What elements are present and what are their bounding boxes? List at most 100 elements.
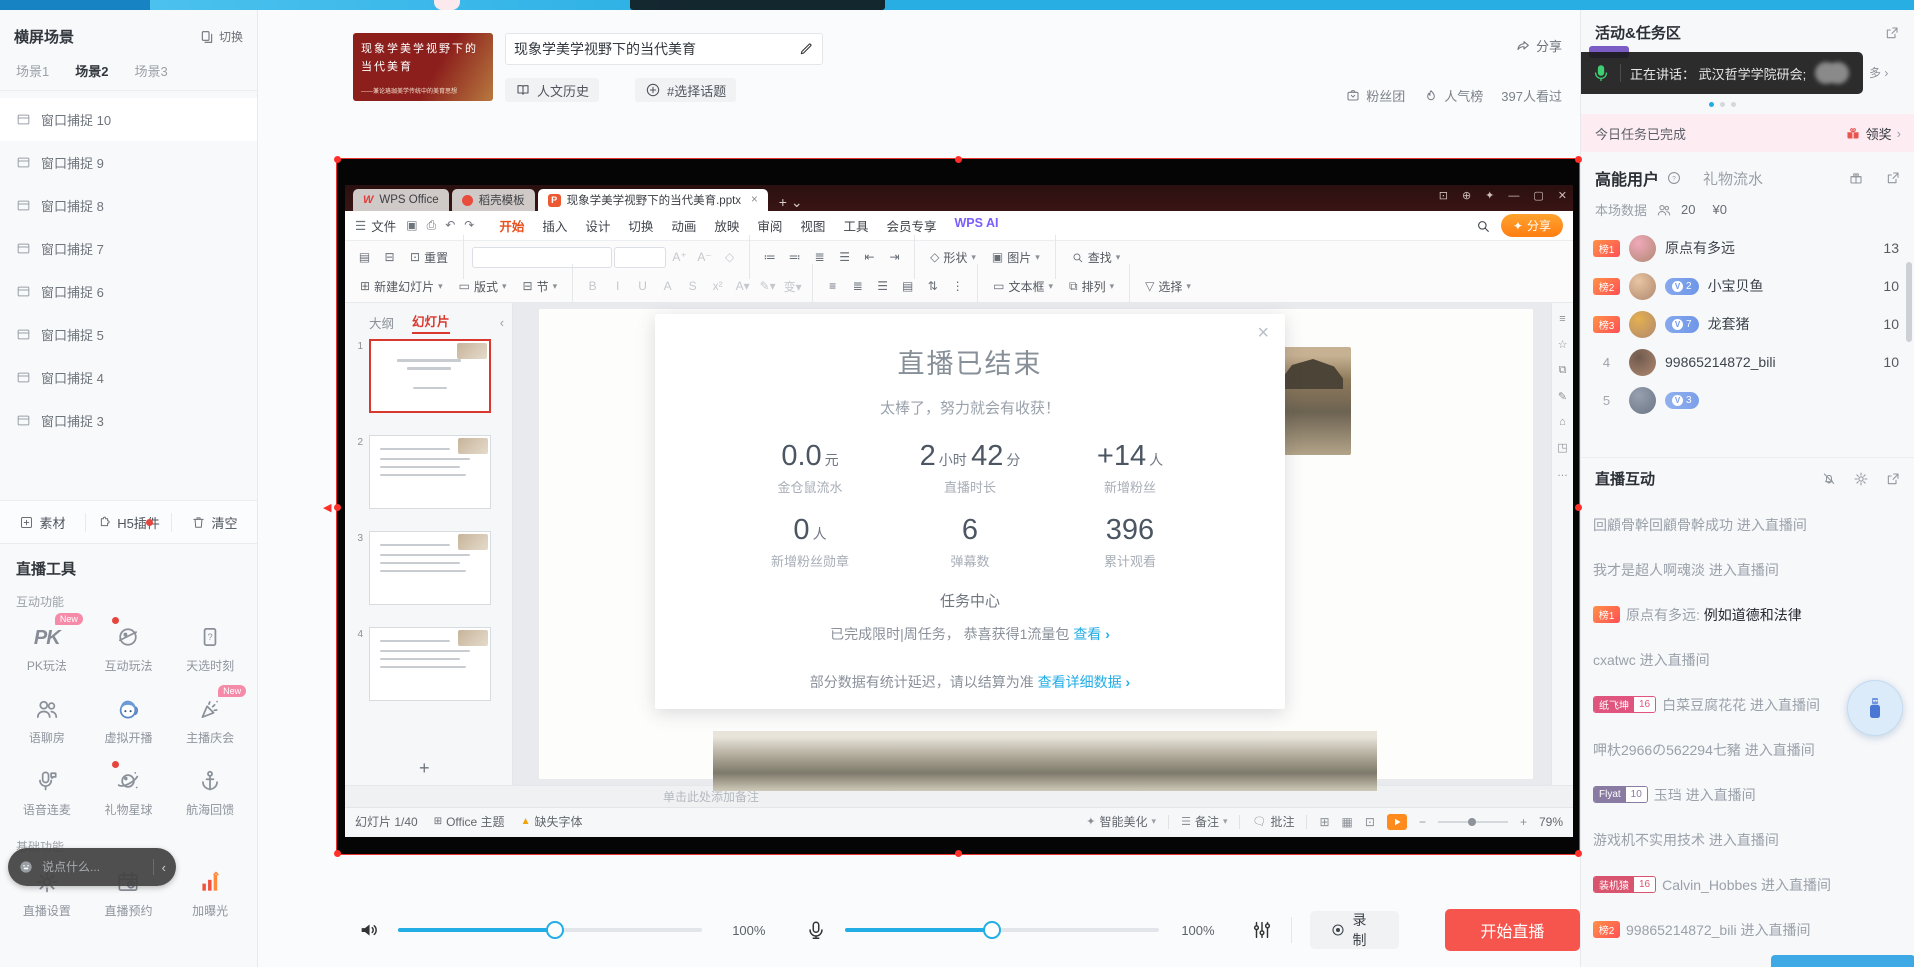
- power-user-row[interactable]: 榜3 V7 龙套猪 10: [1581, 305, 1914, 343]
- play-slideshow-button[interactable]: [1387, 814, 1407, 830]
- scene-tab[interactable]: 场景1: [16, 61, 49, 80]
- ribbon-button[interactable]: ▣图片▾: [985, 246, 1047, 269]
- tool-item[interactable]: New 主播庆会: [169, 692, 251, 746]
- ribbon-button[interactable]: ▭版式▾: [452, 275, 514, 298]
- tool-item[interactable]: 互动玩法: [88, 620, 170, 674]
- popout-icon[interactable]: [1885, 471, 1901, 487]
- mic-icon[interactable]: [805, 919, 827, 941]
- ribbon-button[interactable]: ◇形状▾: [923, 246, 983, 269]
- ribbon-icon-button[interactable]: A: [656, 275, 679, 297]
- close-icon[interactable]: ×: [751, 194, 758, 206]
- popout-icon[interactable]: [1884, 25, 1900, 41]
- capture-source-item[interactable]: 窗口捕捉 7: [0, 227, 257, 270]
- close-icon[interactable]: ×: [1257, 322, 1269, 345]
- share-button[interactable]: 分享: [1515, 36, 1562, 55]
- minimize-icon[interactable]: —: [1508, 190, 1519, 202]
- search-icon[interactable]: [1475, 218, 1491, 234]
- ribbon-button[interactable]: ⊟节▾: [516, 275, 565, 298]
- scrollbar[interactable]: [1906, 262, 1912, 342]
- ribbon-icon-button[interactable]: ✎▾: [756, 275, 779, 297]
- tool-item[interactable]: 虚拟开播: [88, 692, 170, 746]
- ribbon-icon-button[interactable]: ≡: [821, 275, 844, 297]
- gift-flow-tab[interactable]: 礼物流水: [1703, 168, 1841, 189]
- add-material-button[interactable]: 素材: [0, 513, 85, 532]
- view-mode-icon[interactable]: ⊞: [1319, 815, 1329, 829]
- theme-icon[interactable]: ✦: [1485, 189, 1494, 202]
- wps-document-tab[interactable]: WWPS Office: [353, 189, 449, 211]
- edit-icon[interactable]: [798, 41, 814, 57]
- gift-box-icon[interactable]: [1848, 170, 1864, 186]
- capture-source-item[interactable]: 窗口捕捉 3: [0, 399, 257, 442]
- restore-icon[interactable]: ⊡: [1439, 189, 1448, 202]
- start-live-button[interactable]: 开始直播: [1445, 909, 1580, 951]
- scene-tab[interactable]: 场景3: [134, 61, 167, 80]
- ribbon-icon-button[interactable]: ◇: [718, 246, 741, 268]
- tool-item[interactable]: PK New PK玩法: [6, 620, 88, 674]
- ribbon-icon-button[interactable]: ☰: [833, 246, 856, 268]
- ribbon-input[interactable]: [472, 247, 612, 268]
- ribbon-icon-button[interactable]: ⇥: [883, 246, 906, 268]
- status-tool[interactable]: ✦智能美化▾: [1086, 813, 1156, 830]
- wps-menu-item[interactable]: 设计: [576, 213, 619, 238]
- h5-plugin-button[interactable]: H5插件: [85, 513, 171, 532]
- ribbon-button[interactable]: ▽选择▾: [1138, 275, 1198, 298]
- status-tool[interactable]: 🗨批注: [1252, 813, 1294, 830]
- tool-item[interactable]: 礼物星球: [88, 764, 170, 818]
- wps-share-button[interactable]: ✦分享: [1501, 214, 1563, 237]
- record-button[interactable]: 录制: [1310, 911, 1399, 949]
- tool-item[interactable]: 航海回馈: [169, 764, 251, 818]
- capture-source-item[interactable]: 窗口捕捉 10: [0, 98, 257, 141]
- new-tab-button[interactable]: + ⌄: [779, 194, 803, 211]
- smiley-icon[interactable]: [18, 859, 34, 875]
- ribbon-icon-button[interactable]: ⇅: [921, 275, 944, 297]
- chat-message[interactable]: Flyat10玉珰 进入直播间: [1581, 772, 1914, 817]
- tool-item[interactable]: 语音连麦: [6, 764, 88, 818]
- mixer-icon[interactable]: [1251, 919, 1273, 941]
- slide-thumbnail[interactable]: 3: [345, 531, 513, 605]
- chat-message[interactable]: 装机猿16Calvin_Hobbes 进入直播间: [1581, 862, 1914, 907]
- wps-menu-item[interactable]: 审阅: [748, 213, 791, 238]
- mic-volume-slider[interactable]: [845, 928, 1159, 932]
- claim-reward-button[interactable]: 领奖›: [1845, 124, 1901, 143]
- status-tool[interactable]: ☰备注▾: [1181, 813, 1227, 830]
- close-icon[interactable]: ✕: [1558, 189, 1567, 202]
- view-reward-link[interactable]: 查看 ›: [1073, 626, 1110, 642]
- room-title-input[interactable]: [514, 41, 798, 57]
- slide-thumbnail[interactable]: 1: [345, 339, 513, 413]
- capture-source-item[interactable]: 窗口捕捉 5: [0, 313, 257, 356]
- collapse-panel-button[interactable]: ‹: [500, 316, 504, 330]
- chat-message[interactable]: 榜1原点有多远: 例如道德和法律: [1581, 592, 1914, 637]
- zoom-in-button[interactable]: +: [1520, 815, 1527, 829]
- panel-tab[interactable]: 大纲: [369, 313, 394, 332]
- tool-item[interactable]: 加曝光: [169, 865, 251, 919]
- add-slide-button[interactable]: +: [419, 758, 430, 779]
- wps-menu-item[interactable]: WPS AI: [945, 213, 1007, 238]
- clear-sources-button[interactable]: 清空: [171, 513, 257, 532]
- ribbon-input[interactable]: [614, 247, 666, 268]
- ribbon-icon-button[interactable]: A⁻: [693, 246, 716, 268]
- popularity-rank-link[interactable]: 人气榜: [1423, 86, 1483, 105]
- ribbon-button[interactable]: ⊞新建幻灯片▾: [353, 275, 450, 298]
- ribbon-icon-button[interactable]: x²: [706, 275, 729, 297]
- speaker-icon[interactable]: [358, 919, 380, 941]
- chat-message[interactable]: 回顧骨幹回顧骨幹成功 进入直播间: [1581, 502, 1914, 547]
- ribbon-icon-button[interactable]: ≔: [758, 246, 781, 268]
- capture-source-item[interactable]: 窗口捕捉 9: [0, 141, 257, 184]
- preview-canvas[interactable]: ◀ WWPS Office稻壳模板P现象学美学视野下的当代美育.pptx×+ ⌄…: [336, 158, 1580, 855]
- chat-message[interactable]: 榜299865214872_bili 进入直播间: [1581, 907, 1914, 952]
- fan-club-link[interactable]: 粉丝团: [1345, 86, 1405, 105]
- gear-icon[interactable]: [1853, 471, 1869, 487]
- zoom-out-button[interactable]: −: [1419, 815, 1426, 829]
- view-detail-link[interactable]: 查看详细数据 ›: [1038, 674, 1131, 690]
- tool-item[interactable]: ? 天选时刻: [169, 620, 251, 674]
- chat-message[interactable]: cxatwc 进入直播间: [1581, 637, 1914, 682]
- wps-menu-item[interactable]: 开始: [490, 213, 533, 238]
- speaker-volume-slider[interactable]: [398, 928, 702, 932]
- ribbon-icon-button[interactable]: S: [681, 275, 704, 297]
- view-mode-icon[interactable]: ⊡: [1365, 815, 1375, 829]
- settings-icon[interactable]: ⊕: [1462, 189, 1471, 202]
- ribbon-icon-button[interactable]: 变▾: [781, 275, 804, 297]
- popout-icon[interactable]: [1885, 170, 1901, 186]
- status-item[interactable]: ▲缺失字体: [521, 813, 583, 830]
- wps-menu-item[interactable]: 动画: [662, 213, 705, 238]
